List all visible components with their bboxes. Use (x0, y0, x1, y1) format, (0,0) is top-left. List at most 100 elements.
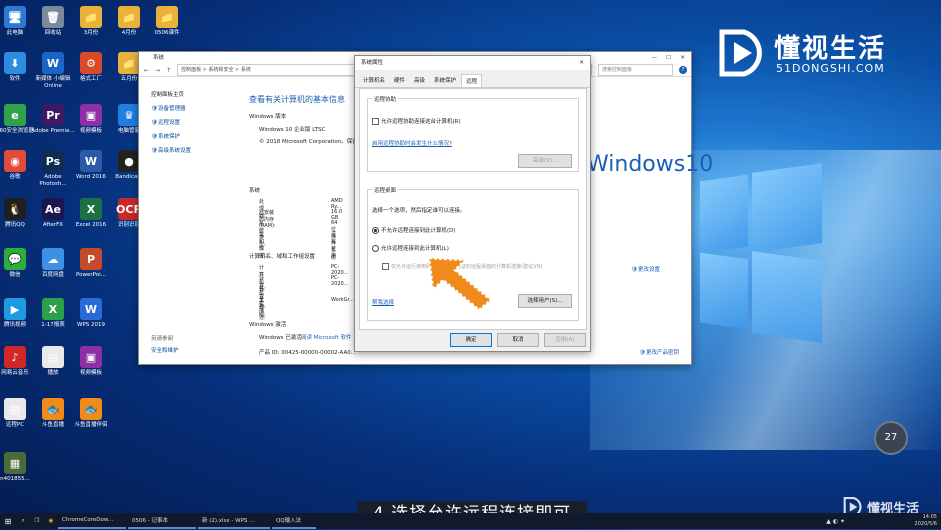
license-link[interactable]: 阅读 Microsoft 软件许可条款 (301, 333, 351, 341)
radio-icon (372, 244, 379, 252)
select-users-button[interactable]: 选择用户(S)... (518, 294, 572, 308)
up-icon[interactable]: ↑ (166, 67, 171, 74)
app-icon: ⬇ (4, 52, 26, 74)
app-icon: 📁 (118, 6, 140, 28)
change-key-link[interactable]: 🛡更改产品密钥 (639, 348, 679, 356)
app-icon: ♛ (118, 104, 140, 126)
help-me-choose-link[interactable]: 帮我选择 (372, 298, 394, 306)
close-icon[interactable]: ✕ (579, 56, 584, 70)
network-speed-badge[interactable]: 27 (874, 421, 908, 455)
desktop-icon-33[interactable]: ▦ n401855... (0, 452, 37, 483)
radio-disallow-remote[interactable]: 不允许远程连接到此计算机(D) (372, 226, 456, 234)
app-icon: 🐟 (80, 398, 102, 420)
app-icon: W (80, 150, 102, 172)
app-icon: P (80, 248, 102, 270)
product-id: 产品 ID: 00425-00000-00002-AA0... (259, 350, 356, 356)
remote-desktop-title: 远程桌面 (372, 186, 399, 194)
taskbar-item-chrome[interactable]: ChromeCoreDow... (58, 513, 126, 529)
shield-icon: 🛡 (151, 148, 158, 154)
windows-logo-pane-bl (700, 252, 748, 330)
taskbar-item-qq-input[interactable]: QQ输入法 (272, 513, 316, 529)
start-icon[interactable]: ⊞ (0, 517, 16, 526)
app-icon: 📁 (118, 52, 140, 74)
forward-icon[interactable]: → (155, 67, 160, 74)
tray-icons[interactable]: ▲ ◐ ✦ (826, 518, 845, 525)
task-view-icon[interactable]: ❐ (30, 518, 44, 524)
app-icon: Ae (42, 198, 64, 220)
search-input[interactable]: 搜索控制面板 (598, 64, 673, 76)
sidebar-item-home[interactable]: 控制面板主页 (151, 90, 244, 98)
search-icon[interactable]: ⌕ (16, 518, 30, 525)
tab-computer-name[interactable]: 计算机名 (359, 74, 389, 87)
desktop-icon-label: n401855... (0, 476, 30, 482)
tab-system-protection[interactable]: 系统保护 (430, 74, 460, 87)
apply-button[interactable]: 应用(A) (544, 333, 586, 347)
app-icon: ▣ (80, 346, 102, 368)
edition-value: Windows 10 企业版 LTSC (259, 127, 326, 133)
checkbox-icon (382, 263, 389, 270)
maximize-icon[interactable]: ☐ (666, 52, 671, 64)
radio-allow-remote[interactable]: 允许远程连接到此计算机(L) (372, 244, 449, 252)
sidebar-item-system-protection[interactable]: 🛡系统保护 (151, 132, 244, 140)
windows-logo-pane-tl (700, 174, 748, 254)
advanced-button[interactable]: 高级(V)... (518, 154, 572, 168)
control-panel-sidebar: 控制面板主页 🛡设备管理器 🛡远程设置 🛡系统保护 🛡高级系统设置 另请参阅 安… (139, 78, 244, 363)
dialog-title: 系统属性 (361, 60, 384, 66)
app-icon: ● (118, 150, 140, 172)
brand-logo-domain: 51DONGSHI.COM (776, 62, 885, 75)
minimize-icon[interactable]: — (652, 52, 658, 64)
remote-assistance-title: 远程协助 (372, 95, 399, 103)
desktop-icon-label: 视频模板 (79, 370, 102, 376)
info-value: 没有可用 (331, 232, 337, 259)
system-section-title: 系统 (249, 188, 261, 194)
app-icon: 📁 (156, 6, 178, 28)
desktop-icon-26[interactable]: W WPS 2019 (69, 298, 113, 329)
back-icon[interactable]: ← (144, 67, 149, 74)
taskbar: ⊞ ⌕ ❐ ◉ ChromeCoreDow... 0506 - 记事本 新 (2… (0, 513, 941, 529)
desktop-icon-label: PowerPoi... (76, 272, 106, 278)
app-icon: OCR (116, 198, 142, 220)
info-key: 工作组: (259, 298, 266, 318)
cancel-button[interactable]: 取消 (497, 333, 539, 347)
taskbar-date: 2020/5/6 (914, 521, 937, 527)
windows-logo-pane-tr (752, 163, 822, 253)
close-icon[interactable]: ✕ (680, 52, 685, 64)
remote-assistance-help-link[interactable]: 启用远程协助时会发生什么情况? (372, 139, 452, 147)
desktop-icon-29[interactable]: ▣ 视频模板 (69, 346, 113, 377)
app-icon: ▦ (4, 452, 26, 474)
activation-section-title: Windows 激活 (249, 322, 287, 328)
desktop-icon-label: 斗鱼直播伴侣 (74, 422, 108, 428)
radio-icon (372, 226, 379, 234)
taskbar-item-notepad[interactable]: 0506 - 记事本 (128, 513, 196, 529)
ok-button[interactable]: 确定 (450, 333, 492, 347)
checkbox-icon (372, 118, 379, 125)
app-icon: X (80, 198, 102, 220)
remote-assistance-checkbox[interactable]: 允许远程协助连接这台计算机(R) (372, 117, 461, 125)
sidebar-item-remote-settings[interactable]: 🛡远程设置 (151, 118, 244, 126)
app-icon: Pr (42, 104, 64, 126)
chrome-icon[interactable]: ◉ (44, 518, 58, 524)
see-also-title: 另请参阅 (151, 336, 174, 342)
sidebar-item-device-manager[interactable]: 🛡设备管理器 (151, 104, 244, 112)
taskbar-item-wps[interactable]: 新 (2).xlsx - WPS ... (198, 513, 270, 529)
change-settings-link[interactable]: 🛡更改设置 (631, 265, 660, 273)
pointer-arrow-icon (427, 256, 493, 312)
taskbar-clock[interactable]: 14:05 2020/5/6 (915, 513, 937, 530)
network-section-title: 计算机名、域和工作组设置 (249, 254, 316, 260)
app-icon: 🖥 (4, 6, 26, 28)
help-icon[interactable]: ? (679, 66, 687, 74)
app-icon: 💬 (4, 248, 26, 270)
info-value: WorkGr... (331, 297, 354, 303)
desktop-icon-32[interactable]: 🐟 斗鱼直播伴侣 (69, 398, 113, 429)
tab-advanced[interactable]: 高级 (410, 74, 429, 87)
app-icon: W (80, 298, 102, 320)
tab-remote[interactable]: 远程 (461, 74, 483, 87)
sidebar-item-advanced[interactable]: 🛡高级系统设置 (151, 146, 244, 154)
desktop-icon-4[interactable]: 📁 0506课件 (145, 6, 189, 37)
app-icon: ⚙ (80, 52, 102, 74)
see-also-security-link[interactable]: 安全和维护 (151, 346, 179, 354)
app-icon: ▣ (80, 104, 102, 126)
desktop-icon-23[interactable]: P PowerPoi... (69, 248, 113, 279)
app-icon: W (42, 52, 64, 74)
tab-hardware[interactable]: 硬件 (390, 74, 409, 87)
